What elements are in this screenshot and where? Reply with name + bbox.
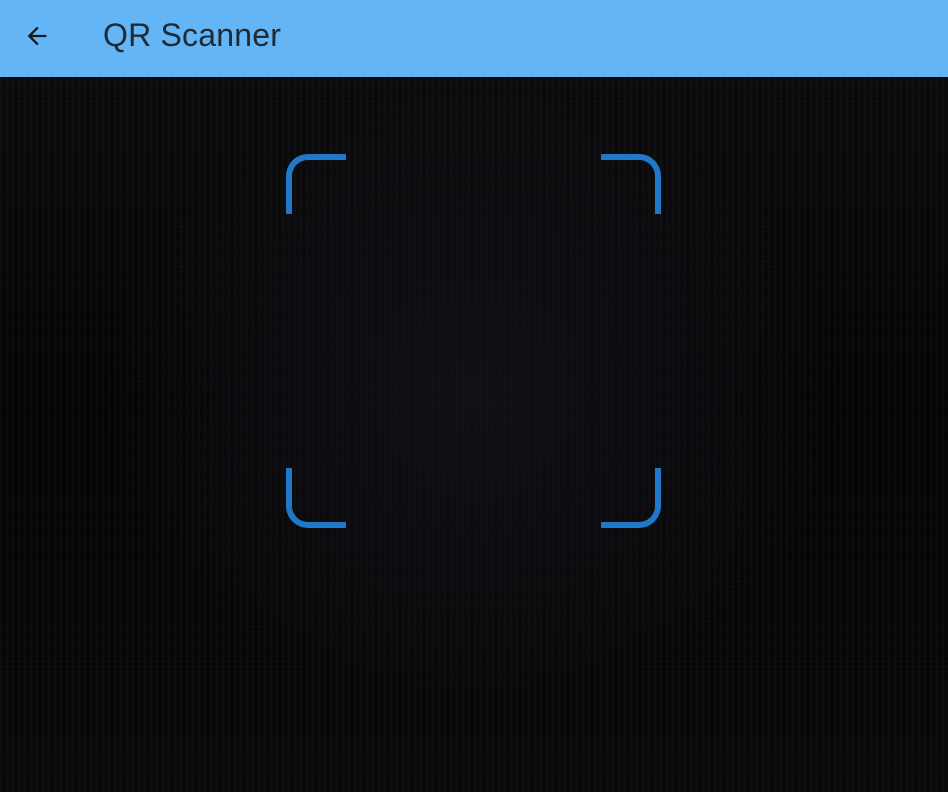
scan-corner-top-right: [601, 154, 661, 214]
page-title: QR Scanner: [103, 17, 282, 53]
arrow-left-icon: [27, 26, 47, 46]
back-button[interactable]: [14, 13, 60, 59]
scan-corner-bottom-right: [601, 468, 661, 528]
scan-frame: [286, 154, 661, 528]
scan-corner-bottom-left: [286, 468, 346, 528]
app-bar: QR Scanner: [0, 0, 948, 77]
camera-preview: [0, 77, 948, 792]
scan-corner-top-left: [286, 154, 346, 214]
